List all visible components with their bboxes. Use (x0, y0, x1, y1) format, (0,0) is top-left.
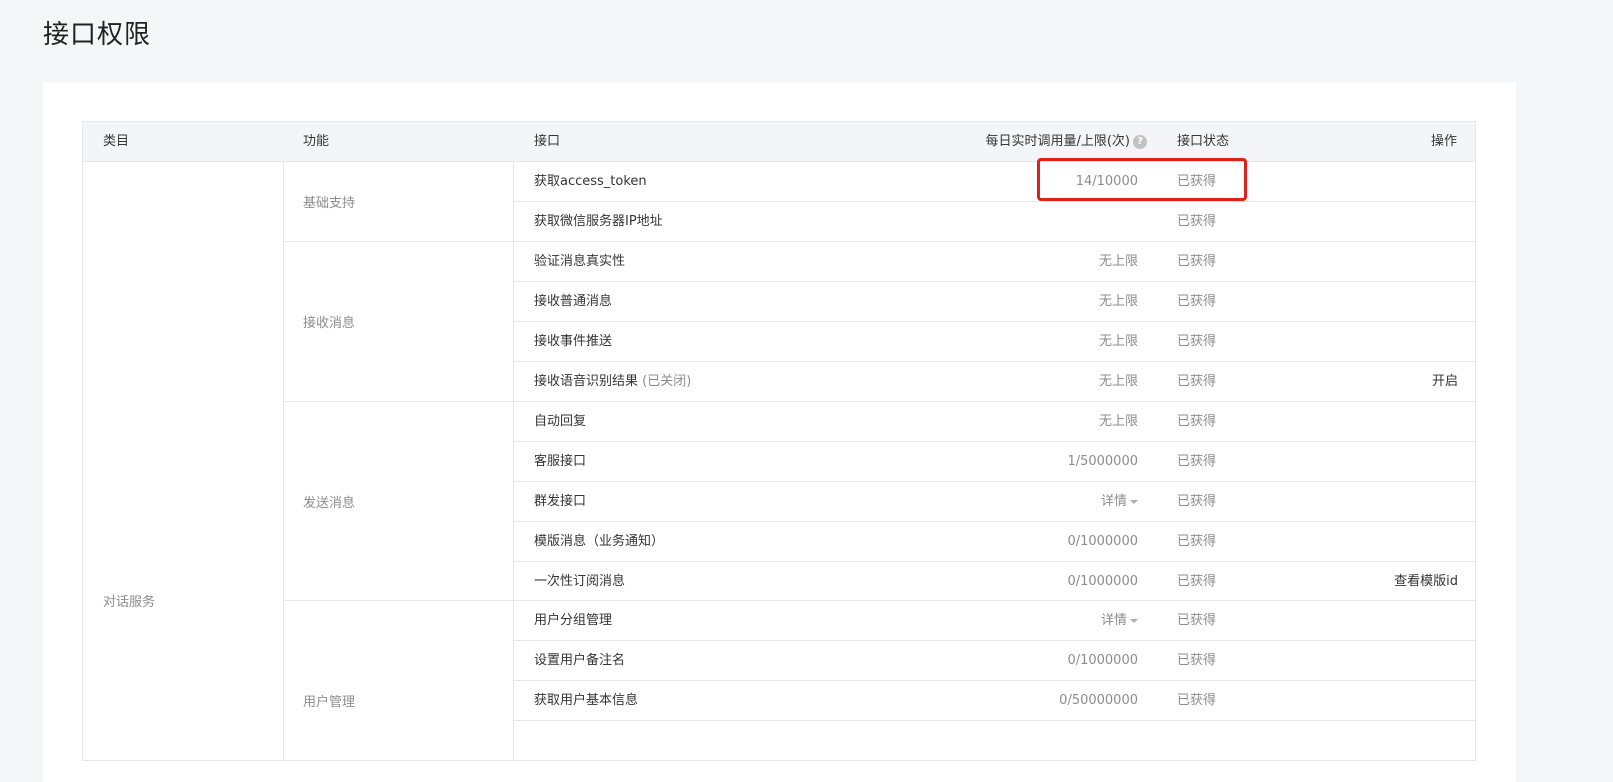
header-usage: 每日实时调用量/上限(次)? (985, 122, 1147, 162)
api-permission-table: 类目 功能 接口 每日实时调用量/上限(次)? 接口状态 操作 对话服务 基础支… (82, 121, 1476, 761)
table-row: 设置用户备注名 0/1000000 已获得 (514, 641, 1476, 681)
header-operation: 操作 (1430, 134, 1457, 149)
usage-value: 0/1000000 (1067, 534, 1138, 549)
view-template-id-link[interactable]: 查看模版id (1394, 562, 1458, 602)
header-category: 类目 (103, 134, 130, 149)
group-divider (284, 241, 514, 242)
table-row: 客服接口 1/5000000 已获得 (514, 442, 1476, 482)
status-value: 已获得 (1177, 653, 1217, 668)
details-label: 详情 (1100, 494, 1127, 509)
table-row: 群发接口 详情 已获得 (514, 482, 1476, 522)
status-value: 已获得 (1177, 454, 1217, 469)
table-row: 验证消息真实性 无上限 已获得 (514, 242, 1476, 282)
column-divider (283, 162, 284, 760)
usage-value: 无上限 (1098, 334, 1138, 349)
table-row: 接收语音识别结果 (已关闭) 无上限 已获得 开启 (514, 362, 1476, 402)
api-name: 用户分组管理 (534, 613, 613, 628)
table-row: 模版消息（业务通知） 0/1000000 已获得 (514, 522, 1476, 562)
header-function: 功能 (303, 134, 330, 149)
category-label: 对话服务 (103, 595, 156, 610)
usage-value: 无上限 (1098, 414, 1138, 429)
api-name: 接收语音识别结果 (已关闭) (534, 362, 691, 402)
api-name: 自动回复 (534, 414, 587, 429)
details-dropdown[interactable]: 详情 (1101, 601, 1138, 641)
status-value: 已获得 (1177, 613, 1217, 628)
status-value: 已获得 (1177, 294, 1217, 309)
status-value: 已获得 (1177, 374, 1217, 389)
function-group-label: 发送消息 (303, 496, 356, 511)
status-value: 已获得 (1177, 254, 1217, 269)
usage-value: 0/1000000 (1067, 653, 1138, 668)
function-group-label: 用户管理 (303, 695, 356, 710)
status-value: 已获得 (1177, 494, 1217, 509)
api-name-text: 接收语音识别结果 (534, 374, 639, 389)
status-value: 已获得 (1177, 414, 1217, 429)
status-value: 已获得 (1177, 534, 1217, 549)
usage-value: 无上限 (1098, 254, 1138, 269)
details-dropdown[interactable]: 详情 (1101, 482, 1138, 522)
table-row: 接收事件推送 无上限 已获得 (514, 322, 1476, 362)
usage-value: 1/5000000 (1067, 454, 1138, 469)
header-api: 接口 (534, 134, 561, 149)
question-icon[interactable]: ? (1133, 134, 1147, 149)
header-usage-label: 每日实时调用量/上限(次) (985, 134, 1130, 149)
highlight-box (1037, 158, 1247, 201)
table-header: 类目 功能 接口 每日实时调用量/上限(次)? 接口状态 操作 (83, 122, 1475, 162)
caret-down-icon (1130, 618, 1138, 623)
enable-link[interactable]: 开启 (1432, 362, 1458, 402)
status-value: 已获得 (1177, 574, 1217, 589)
page-title: 接口权限 (43, 20, 152, 50)
table-row: 自动回复 无上限 已获得 (514, 402, 1476, 442)
table-row: 用户分组管理 详情 已获得 (514, 601, 1476, 641)
api-name: 客服接口 (534, 454, 587, 469)
api-name: 群发接口 (534, 494, 587, 509)
caret-down-icon (1130, 499, 1138, 504)
row-divider (514, 720, 1476, 721)
api-name: 接收事件推送 (534, 334, 613, 349)
usage-value: 无上限 (1098, 374, 1138, 389)
table-row: 获取微信服务器IP地址 已获得 (514, 202, 1476, 242)
status-value: 已获得 (1177, 334, 1217, 349)
header-status: 接口状态 (1177, 134, 1230, 149)
table-row: 一次性订阅消息 0/1000000 已获得 查看模版id (514, 562, 1476, 602)
table-row: 接收普通消息 无上限 已获得 (514, 282, 1476, 322)
usage-value: 无上限 (1098, 294, 1138, 309)
details-label: 详情 (1100, 613, 1127, 628)
usage-value: 0/50000000 (1059, 693, 1138, 708)
api-name: 一次性订阅消息 (534, 574, 626, 589)
function-group-label: 接收消息 (303, 316, 356, 331)
api-name: 获取access_token (534, 174, 647, 189)
function-group-label: 基础支持 (303, 196, 356, 211)
api-name: 接收普通消息 (534, 294, 613, 309)
api-name-note: (已关闭) (642, 374, 692, 389)
api-name: 设置用户备注名 (534, 653, 626, 668)
api-name: 获取微信服务器IP地址 (534, 214, 663, 229)
table-row: 获取access_token 14/10000 已获得 (514, 162, 1476, 202)
table-row: 获取用户基本信息 0/50000000 已获得 (514, 681, 1476, 721)
usage-value: 0/1000000 (1067, 574, 1138, 589)
status-value: 已获得 (1177, 693, 1217, 708)
status-value: 已获得 (1177, 214, 1217, 229)
api-name: 获取用户基本信息 (534, 693, 639, 708)
api-name: 验证消息真实性 (534, 254, 626, 269)
api-name: 模版消息（业务通知） (534, 534, 665, 549)
